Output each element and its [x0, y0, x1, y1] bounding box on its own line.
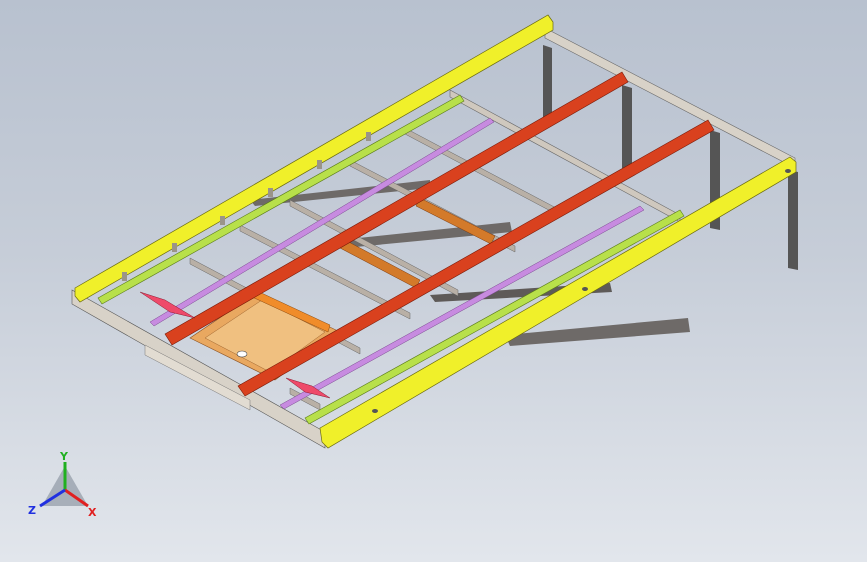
leg-rear-1 [543, 45, 552, 120]
trailer-frame-model[interactable] [0, 0, 867, 562]
gusset [317, 160, 322, 169]
rail-hole [785, 169, 791, 173]
gusset [172, 243, 177, 252]
coordinate-triad: Y X Z [28, 450, 97, 519]
gusset [268, 188, 273, 197]
leg-rear-2 [622, 85, 632, 170]
gusset [220, 216, 225, 225]
leg-rear-4 [788, 170, 798, 270]
x-axis-label: X [88, 506, 97, 519]
y-axis-label: Y [59, 450, 69, 463]
center-hole [236, 350, 248, 358]
gusset [366, 132, 371, 141]
rail-hole [372, 409, 378, 413]
gusset [122, 272, 127, 281]
z-axis-label: Z [28, 504, 36, 517]
rail-hole [582, 287, 588, 291]
cad-graphics-viewport[interactable]: Y X Z [0, 0, 867, 562]
